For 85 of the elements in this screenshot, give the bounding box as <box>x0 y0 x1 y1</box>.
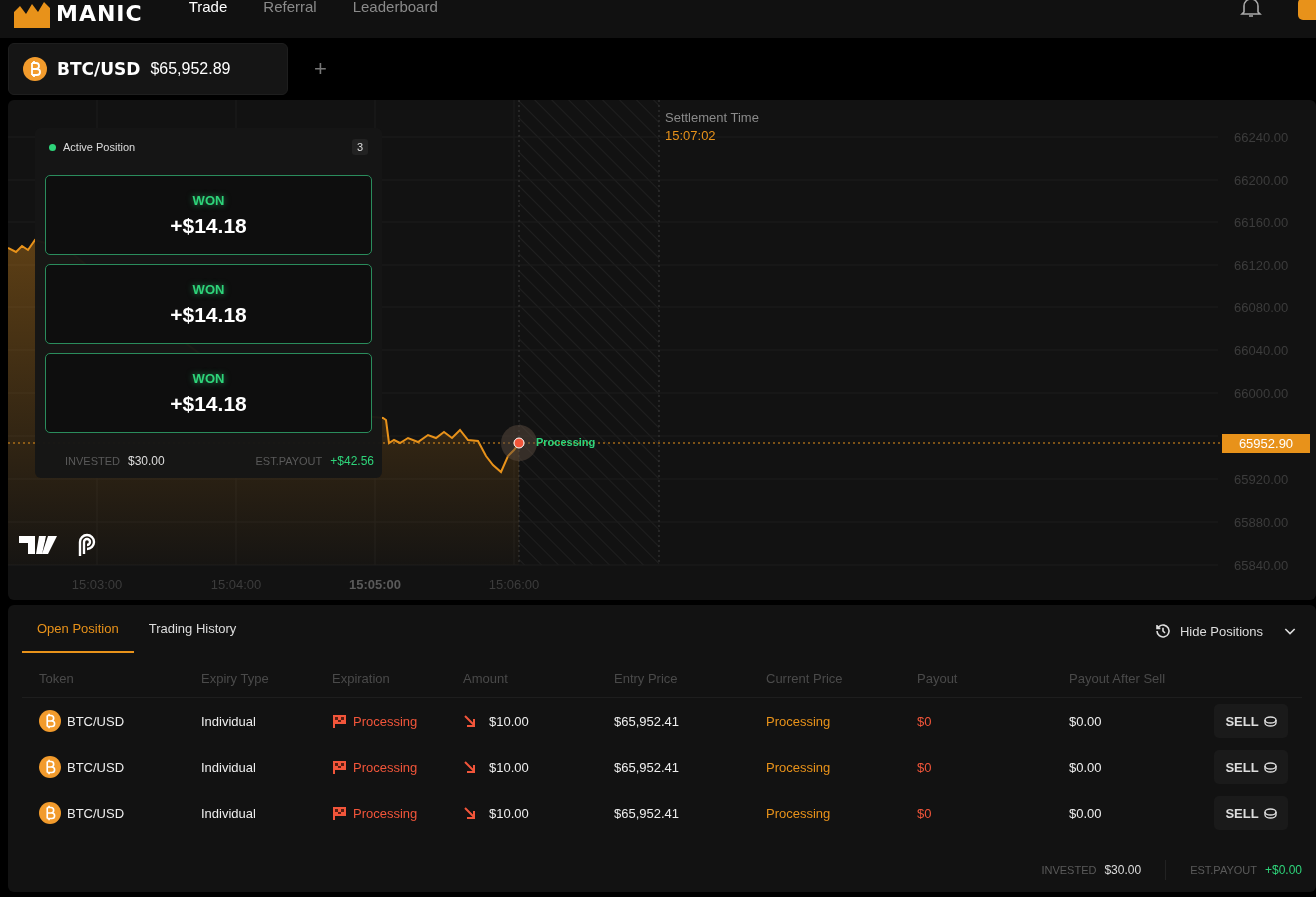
bell-icon[interactable] <box>1240 0 1262 18</box>
token-cell: BTC/USD <box>67 805 125 821</box>
table-cell-text: $65,952.41 <box>614 759 681 775</box>
sell-button[interactable]: SELL <box>1214 704 1288 738</box>
market-tab[interactable]: BTC/USD $65,952.89 <box>8 43 288 95</box>
column-header: Expiry Type <box>201 670 270 686</box>
tradingview-logo-icon <box>18 534 58 556</box>
x-axis-label: 15:05:00 <box>349 577 401 592</box>
table-cell-text: Individual <box>201 805 257 821</box>
settlement-label: Settlement Time <box>665 110 759 125</box>
positions-tab[interactable]: Open Position <box>22 617 134 653</box>
token-cell: BTC/USD <box>67 713 125 729</box>
payout-value: +$42.56 <box>330 454 374 468</box>
column-header: Expiration <box>332 670 391 686</box>
history-icon <box>1154 623 1171 639</box>
bitcoin-icon <box>39 710 61 732</box>
result-label: WON <box>192 281 225 297</box>
sell-button[interactable]: SELL <box>1214 796 1288 830</box>
table-cell: $10.00 <box>489 805 529 821</box>
table-cell-text: $0 <box>917 759 933 775</box>
invested-label: INVESTED <box>1041 864 1097 876</box>
invested-label: INVESTED <box>65 455 120 467</box>
bitcoin-icon <box>23 57 47 81</box>
coin-icon <box>1263 807 1277 819</box>
logo-icon <box>14 0 50 28</box>
invested-value: $30.00 <box>1104 863 1142 877</box>
table-cell-text: $65,952.41 <box>614 713 681 729</box>
payout-label: EST.PAYOUT <box>255 455 323 467</box>
column-header: Entry Price <box>614 670 679 686</box>
table-cell-text: Processing <box>766 759 832 775</box>
table-cell: $10.00 <box>489 759 529 775</box>
table-cell-text: Processing <box>766 713 832 729</box>
flag-icon <box>332 714 347 728</box>
bitcoin-icon <box>39 756 61 778</box>
table-cell: Processing <box>353 805 418 821</box>
marker-label: Processing <box>536 436 596 448</box>
payout-value: +$0.00 <box>1264 863 1302 877</box>
arrow-down-right-icon <box>463 714 477 728</box>
table-cell-text: $0 <box>917 713 933 729</box>
coin-icon <box>1263 761 1277 773</box>
payout-label: EST.PAYOUT <box>1190 864 1257 876</box>
table-cell-text: $0 <box>917 805 933 821</box>
flag-icon <box>332 760 347 774</box>
profit-amount: +$14.18 <box>170 391 247 416</box>
price-marker <box>501 425 537 461</box>
arrow-down-right-icon <box>463 760 477 774</box>
coin-icon <box>1263 715 1277 727</box>
nav-link[interactable]: Trade <box>188 0 228 15</box>
table-cell-text: $0.00 <box>1069 805 1103 821</box>
nav-link[interactable]: Leaderboard <box>352 0 438 15</box>
pyth-logo-icon <box>76 532 98 558</box>
result-label: WON <box>192 370 225 386</box>
table-cell-text: $0.00 <box>1069 759 1103 775</box>
profit-amount: +$14.18 <box>170 302 247 327</box>
status-dot <box>49 143 56 151</box>
current-price-badge: 65952.90 <box>1222 434 1310 453</box>
table-cell-text: Processing <box>766 805 832 821</box>
hide-positions-button[interactable]: Hide Positions <box>1150 623 1302 653</box>
position-count: 3 <box>351 139 368 155</box>
table-cell: $10.00 <box>489 713 529 729</box>
panel-title: Active Position <box>63 141 136 153</box>
profit-amount: +$14.18 <box>170 213 247 238</box>
result-label: WON <box>192 192 225 208</box>
column-header: Token <box>39 670 75 686</box>
add-tab-button[interactable]: + <box>310 56 331 82</box>
column-header: Amount <box>463 670 509 686</box>
table-cell-text: $65,952.41 <box>614 805 681 821</box>
table-cell-text: Individual <box>201 759 257 775</box>
column-header: Current Price <box>766 670 844 686</box>
table-cell-text: Individual <box>201 713 257 729</box>
logo-text: MANIC <box>56 1 143 27</box>
arrow-down-right-icon <box>463 806 477 820</box>
settlement-time: 15:07:02 <box>665 128 716 143</box>
table-cell-text: $0.00 <box>1069 713 1103 729</box>
nav-link[interactable]: Referral <box>263 0 317 15</box>
positions-tab[interactable]: Trading History <box>133 617 252 653</box>
token-cell: BTC/USD <box>67 759 125 775</box>
column-header: Payout <box>917 670 959 686</box>
bitcoin-icon <box>39 802 61 824</box>
sell-button[interactable]: SELL <box>1214 750 1288 784</box>
column-header: Payout After Sell <box>1069 670 1167 686</box>
table-cell: Processing <box>353 759 418 775</box>
flag-icon <box>332 806 347 820</box>
table-cell: Processing <box>353 713 418 729</box>
invested-value: $30.00 <box>128 454 165 468</box>
